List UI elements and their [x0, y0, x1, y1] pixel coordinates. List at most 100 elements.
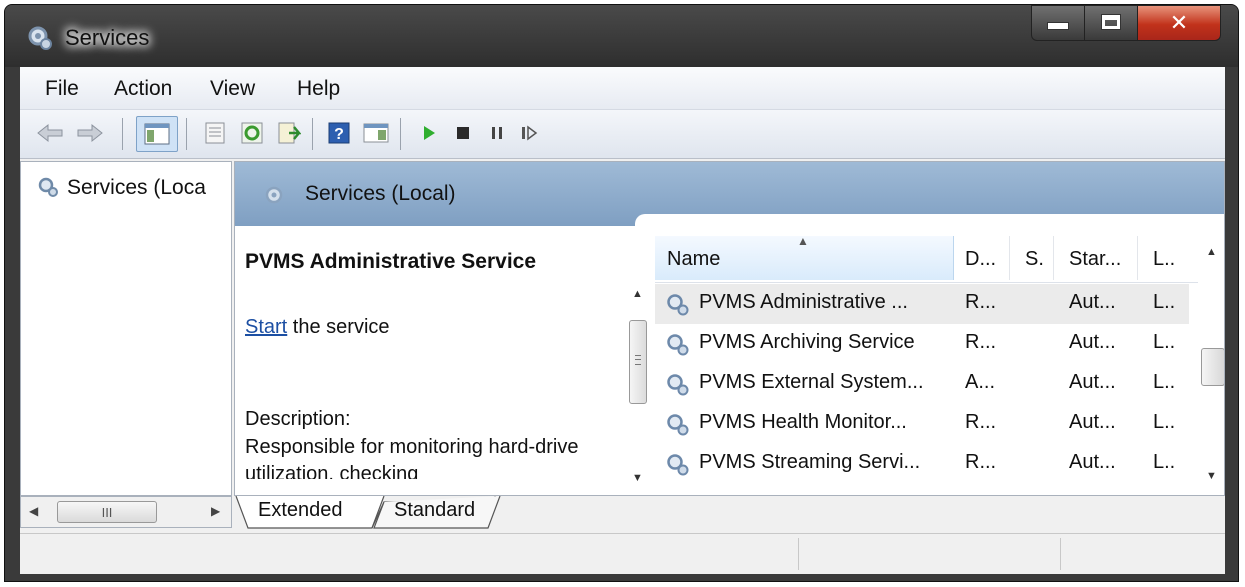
column-name-header[interactable]: ▲ Name: [655, 234, 954, 280]
scroll-up-arrow-icon[interactable]: ▲: [632, 288, 643, 300]
properties-icon[interactable]: [200, 118, 230, 148]
scroll-right-arrow-icon[interactable]: ▶: [211, 504, 220, 518]
menu-view[interactable]: View: [210, 77, 255, 101]
service-gear-icon: [667, 454, 689, 476]
row-name: PVMS Streaming Servi...: [699, 451, 921, 473]
pause-service-icon[interactable]: [482, 118, 512, 148]
help-icon[interactable]: ?: [324, 118, 354, 148]
scrollbar-thumb[interactable]: [1201, 348, 1224, 386]
refresh-icon[interactable]: [237, 118, 267, 148]
row-name: PVMS External System...: [699, 371, 924, 393]
console-tree: Services (Loca: [20, 161, 232, 496]
show-hide-console-tree-icon[interactable]: [136, 116, 178, 152]
services-window: Services ✕ File Action View Help ? Servi…: [4, 4, 1239, 582]
row-logon: L..: [1153, 451, 1176, 473]
resume-service-icon[interactable]: [514, 118, 544, 148]
row-startup-type: Aut...: [1069, 411, 1116, 433]
column-divider: [1137, 236, 1138, 280]
selected-service-name: PVMS Administrative Service: [245, 250, 537, 273]
service-gear-icon: [667, 294, 689, 316]
start-service-suffix: the service: [287, 316, 390, 338]
title-bar[interactable]: Services ✕: [5, 5, 1238, 67]
column-name-label: Name: [667, 248, 721, 270]
window-title: Services: [65, 25, 150, 50]
svg-text:?: ?: [334, 126, 344, 143]
row-startup-type: Aut...: [1069, 331, 1116, 353]
close-icon: ✕: [1169, 10, 1189, 35]
row-logon: L..: [1153, 291, 1176, 313]
minimize-icon: [1032, 22, 1084, 30]
table-row[interactable]: PVMS Health Monitor... R... Aut... L..: [655, 404, 1189, 444]
services-gear-icon: [28, 26, 52, 50]
table-row[interactable]: PVMS Streaming Servi... R... Aut... L..: [655, 444, 1189, 484]
scroll-down-arrow-icon[interactable]: ▼: [1206, 470, 1217, 482]
column-description-header[interactable]: D...: [965, 248, 996, 271]
scroll-down-arrow-icon[interactable]: ▼: [632, 472, 643, 484]
row-description: R...: [965, 411, 997, 433]
services-gear-icon: [265, 186, 283, 204]
column-divider: [1053, 236, 1054, 280]
start-service-link[interactable]: Start: [245, 316, 287, 338]
service-gear-icon: [667, 334, 689, 356]
service-gear-icon: [667, 374, 689, 396]
menu-help[interactable]: Help: [297, 77, 340, 101]
toolbar-separator: [400, 118, 401, 150]
toolbar-separator: [312, 118, 313, 150]
start-service-icon[interactable]: [414, 118, 444, 148]
column-logon-header[interactable]: L..: [1153, 248, 1175, 271]
services-grid-header: ▲ Name D... S. Star... L..: [655, 234, 1207, 283]
row-name: PVMS Archiving Service: [699, 331, 915, 353]
row-startup-type: Aut...: [1069, 291, 1116, 313]
status-bar: [20, 533, 1225, 574]
close-button[interactable]: ✕: [1137, 5, 1221, 41]
forward-icon[interactable]: [75, 118, 105, 148]
row-description: R...: [965, 291, 997, 313]
status-bar-divider: [798, 538, 799, 570]
table-row[interactable]: PVMS External System... A... Aut... L..: [655, 364, 1189, 404]
toolbar-separator: [122, 118, 123, 150]
scrollbar-thumb[interactable]: III: [57, 501, 157, 523]
row-description: R...: [965, 451, 997, 473]
tab-extended[interactable]: Extended: [258, 499, 343, 531]
minimize-button[interactable]: [1031, 5, 1085, 41]
service-gear-icon: [667, 414, 689, 436]
back-icon[interactable]: [35, 118, 65, 148]
scrollbar-thumb[interactable]: [629, 320, 647, 404]
menu-file[interactable]: File: [45, 77, 79, 101]
view-tabs: Extended Standard: [234, 496, 1225, 530]
tree-item-services-local[interactable]: Services (Loca: [37, 176, 227, 200]
services-results-pane: Services (Local) PVMS Administrative Ser…: [234, 161, 1225, 496]
column-startup-type-header[interactable]: Star...: [1069, 248, 1121, 271]
maximize-icon: [1101, 14, 1121, 30]
show-action-pane-icon[interactable]: [361, 118, 391, 148]
tree-item-label: Services (Loca: [67, 176, 206, 199]
tree-horizontal-scrollbar[interactable]: ◀ III ▶: [20, 496, 232, 528]
menu-action[interactable]: Action: [114, 77, 172, 101]
row-name: PVMS Health Monitor...: [699, 411, 907, 433]
scroll-left-arrow-icon[interactable]: ◀: [29, 504, 38, 518]
column-status-header[interactable]: S.: [1025, 248, 1044, 271]
services-vertical-scrollbar[interactable]: ▲ ▼: [1198, 236, 1224, 494]
tab-standard[interactable]: Standard: [394, 499, 475, 531]
description-text: Responsible for monitoring hard-drive ut…: [245, 436, 579, 479]
description-label: Description:: [245, 408, 351, 430]
stop-service-icon[interactable]: [448, 118, 478, 148]
toolbar-separator: [186, 118, 187, 150]
table-row[interactable]: PVMS Archiving Service R... Aut... L..: [655, 324, 1189, 364]
scroll-up-arrow-icon[interactable]: ▲: [1206, 246, 1217, 258]
start-service-text: Start the service: [245, 316, 390, 339]
row-logon: L..: [1153, 331, 1176, 353]
toolbar: ?: [20, 110, 1225, 159]
table-row[interactable]: PVMS Administrative ... R... Aut... L..: [655, 284, 1189, 324]
sort-ascending-icon: ▲: [797, 234, 809, 248]
services-gear-icon: [38, 177, 58, 197]
maximize-button[interactable]: [1084, 5, 1138, 41]
client-area: File Action View Help ? Services (Loca ◀…: [20, 67, 1225, 574]
column-divider: [1009, 236, 1010, 280]
description-scrollbar[interactable]: ▲ ▼: [627, 282, 649, 494]
row-startup-type: Aut...: [1069, 451, 1116, 473]
row-startup-type: Aut...: [1069, 371, 1116, 393]
export-list-icon[interactable]: [274, 118, 304, 148]
row-name: PVMS Administrative ...: [699, 291, 908, 313]
row-description: A...: [965, 371, 996, 393]
